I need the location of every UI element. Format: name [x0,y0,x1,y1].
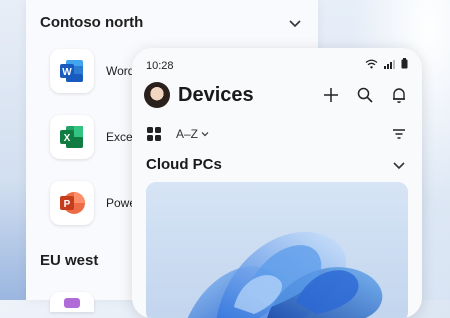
app-label-excel: Excel [106,130,136,144]
app-label-word: Word [106,64,135,78]
powerpoint-icon: P [60,192,85,214]
avatar[interactable] [144,82,170,108]
chevron-down-icon[interactable] [288,16,302,30]
windows-bloom-wallpaper [187,232,383,318]
page-title: Devices [178,84,254,106]
chevron-down-icon[interactable] [392,158,406,172]
excel-tile[interactable]: X [50,115,94,159]
sort-label: A–Z [176,127,199,141]
word-icon: W [60,60,83,82]
wifi-icon [365,59,378,68]
search-icon[interactable] [356,86,374,104]
region-title-eu-west: EU west [40,252,99,269]
add-icon[interactable] [322,86,340,104]
phone-frame: 10:28 Devices A–Z Cloud PCs [132,48,422,318]
status-time: 10:28 [146,60,174,72]
bell-icon[interactable] [390,86,408,104]
signal-icon [384,59,395,69]
svg-text:W: W [62,67,72,78]
filter-icon[interactable] [392,128,406,140]
grid-icon[interactable] [146,126,162,142]
battery-icon [401,58,408,69]
app-item-word[interactable]: W Word [50,48,134,94]
app-tile-partial[interactable] [50,292,94,312]
app-item-excel[interactable]: X Excel [50,114,135,160]
svg-text:X: X [64,133,71,144]
status-icons [365,58,408,69]
region-title-contoso-north: Contoso north [40,14,144,31]
word-tile[interactable]: W [50,49,94,93]
cloud-pc-card[interactable] [146,182,408,318]
svg-text:P: P [64,199,71,210]
chevron-down-icon [201,132,209,137]
powerpoint-tile[interactable]: P [50,181,94,225]
section-title-cloud-pcs: Cloud PCs [146,156,222,173]
sort-dropdown[interactable]: A–Z [176,127,209,141]
excel-icon: X [60,126,83,148]
background-strip [0,0,26,300]
